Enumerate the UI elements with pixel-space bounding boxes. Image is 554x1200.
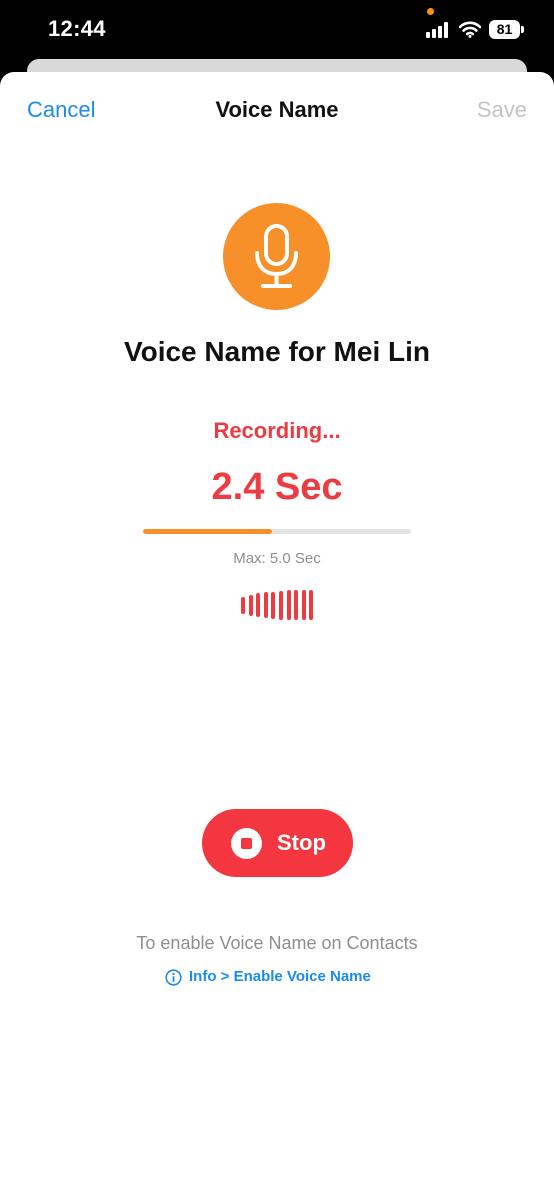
elapsed-time: 2.4 Sec	[211, 466, 343, 508]
stop-icon	[231, 828, 262, 859]
save-button[interactable]: Save	[477, 97, 527, 123]
recording-status: Recording...	[213, 418, 341, 443]
stop-button[interactable]: Stop	[202, 809, 353, 877]
audio-waveform	[241, 590, 315, 620]
wifi-icon	[459, 21, 481, 38]
waveform-bar	[301, 590, 306, 620]
enable-voice-name-link-label: Info > Enable Voice Name	[189, 968, 371, 985]
cellular-signal-icon	[426, 22, 450, 38]
status-time: 12:44	[48, 16, 106, 41]
status-bar: 12:44 81	[0, 0, 554, 62]
waveform-bar	[256, 593, 261, 617]
battery-level: 81	[489, 20, 520, 39]
waveform-bar	[286, 590, 291, 620]
max-duration-label: Max: 5.0 Sec	[233, 550, 321, 567]
waveform-bar	[271, 592, 276, 619]
recording-progress-bar	[143, 529, 411, 534]
voice-name-sheet: Voice Name Cancel Save Voice Name for Me…	[0, 72, 554, 1200]
enable-voice-name-hint: To enable Voice Name on Contacts	[136, 933, 418, 953]
microphone-icon	[255, 224, 298, 288]
waveform-bar	[294, 590, 299, 620]
privacy-indicator-dot	[427, 8, 434, 15]
battery-icon: 81	[489, 20, 525, 39]
stop-button-label: Stop	[277, 830, 326, 855]
recording-progress-fill	[143, 529, 272, 534]
voice-name-title: Voice Name for Mei Lin	[124, 336, 430, 367]
info-icon	[165, 969, 182, 986]
waveform-bar	[263, 592, 268, 618]
waveform-bar	[279, 591, 283, 620]
microphone-badge	[223, 203, 330, 310]
waveform-bar	[248, 595, 253, 616]
cancel-button[interactable]: Cancel	[27, 97, 95, 123]
waveform-bar	[241, 597, 245, 614]
waveform-bar	[309, 590, 314, 620]
